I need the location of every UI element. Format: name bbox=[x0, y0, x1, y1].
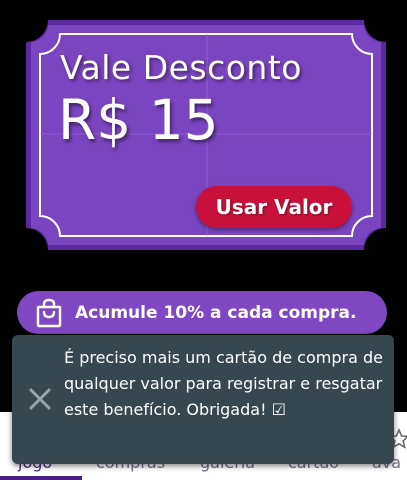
active-tab-indicator bbox=[0, 476, 82, 480]
benefit-banner: Acumule 10% a cada compra. bbox=[17, 291, 387, 334]
voucher-value: R$ 15 bbox=[58, 88, 219, 152]
benefit-text: Acumule 10% a cada compra. bbox=[75, 302, 357, 323]
close-icon[interactable] bbox=[26, 385, 54, 413]
shopping-bag-icon bbox=[36, 298, 62, 327]
screen: Vale Desconto R$ 15 Usar Valor Acumule 1… bbox=[0, 0, 407, 480]
notification-toast: É preciso mais um cartão de compra de qu… bbox=[12, 335, 394, 464]
toast-message: É preciso mais um cartão de compra de qu… bbox=[64, 348, 383, 419]
voucher-title: Vale Desconto bbox=[60, 48, 302, 87]
discount-voucher-card: Vale Desconto R$ 15 Usar Valor bbox=[26, 20, 386, 250]
use-value-button[interactable]: Usar Valor bbox=[196, 186, 352, 228]
